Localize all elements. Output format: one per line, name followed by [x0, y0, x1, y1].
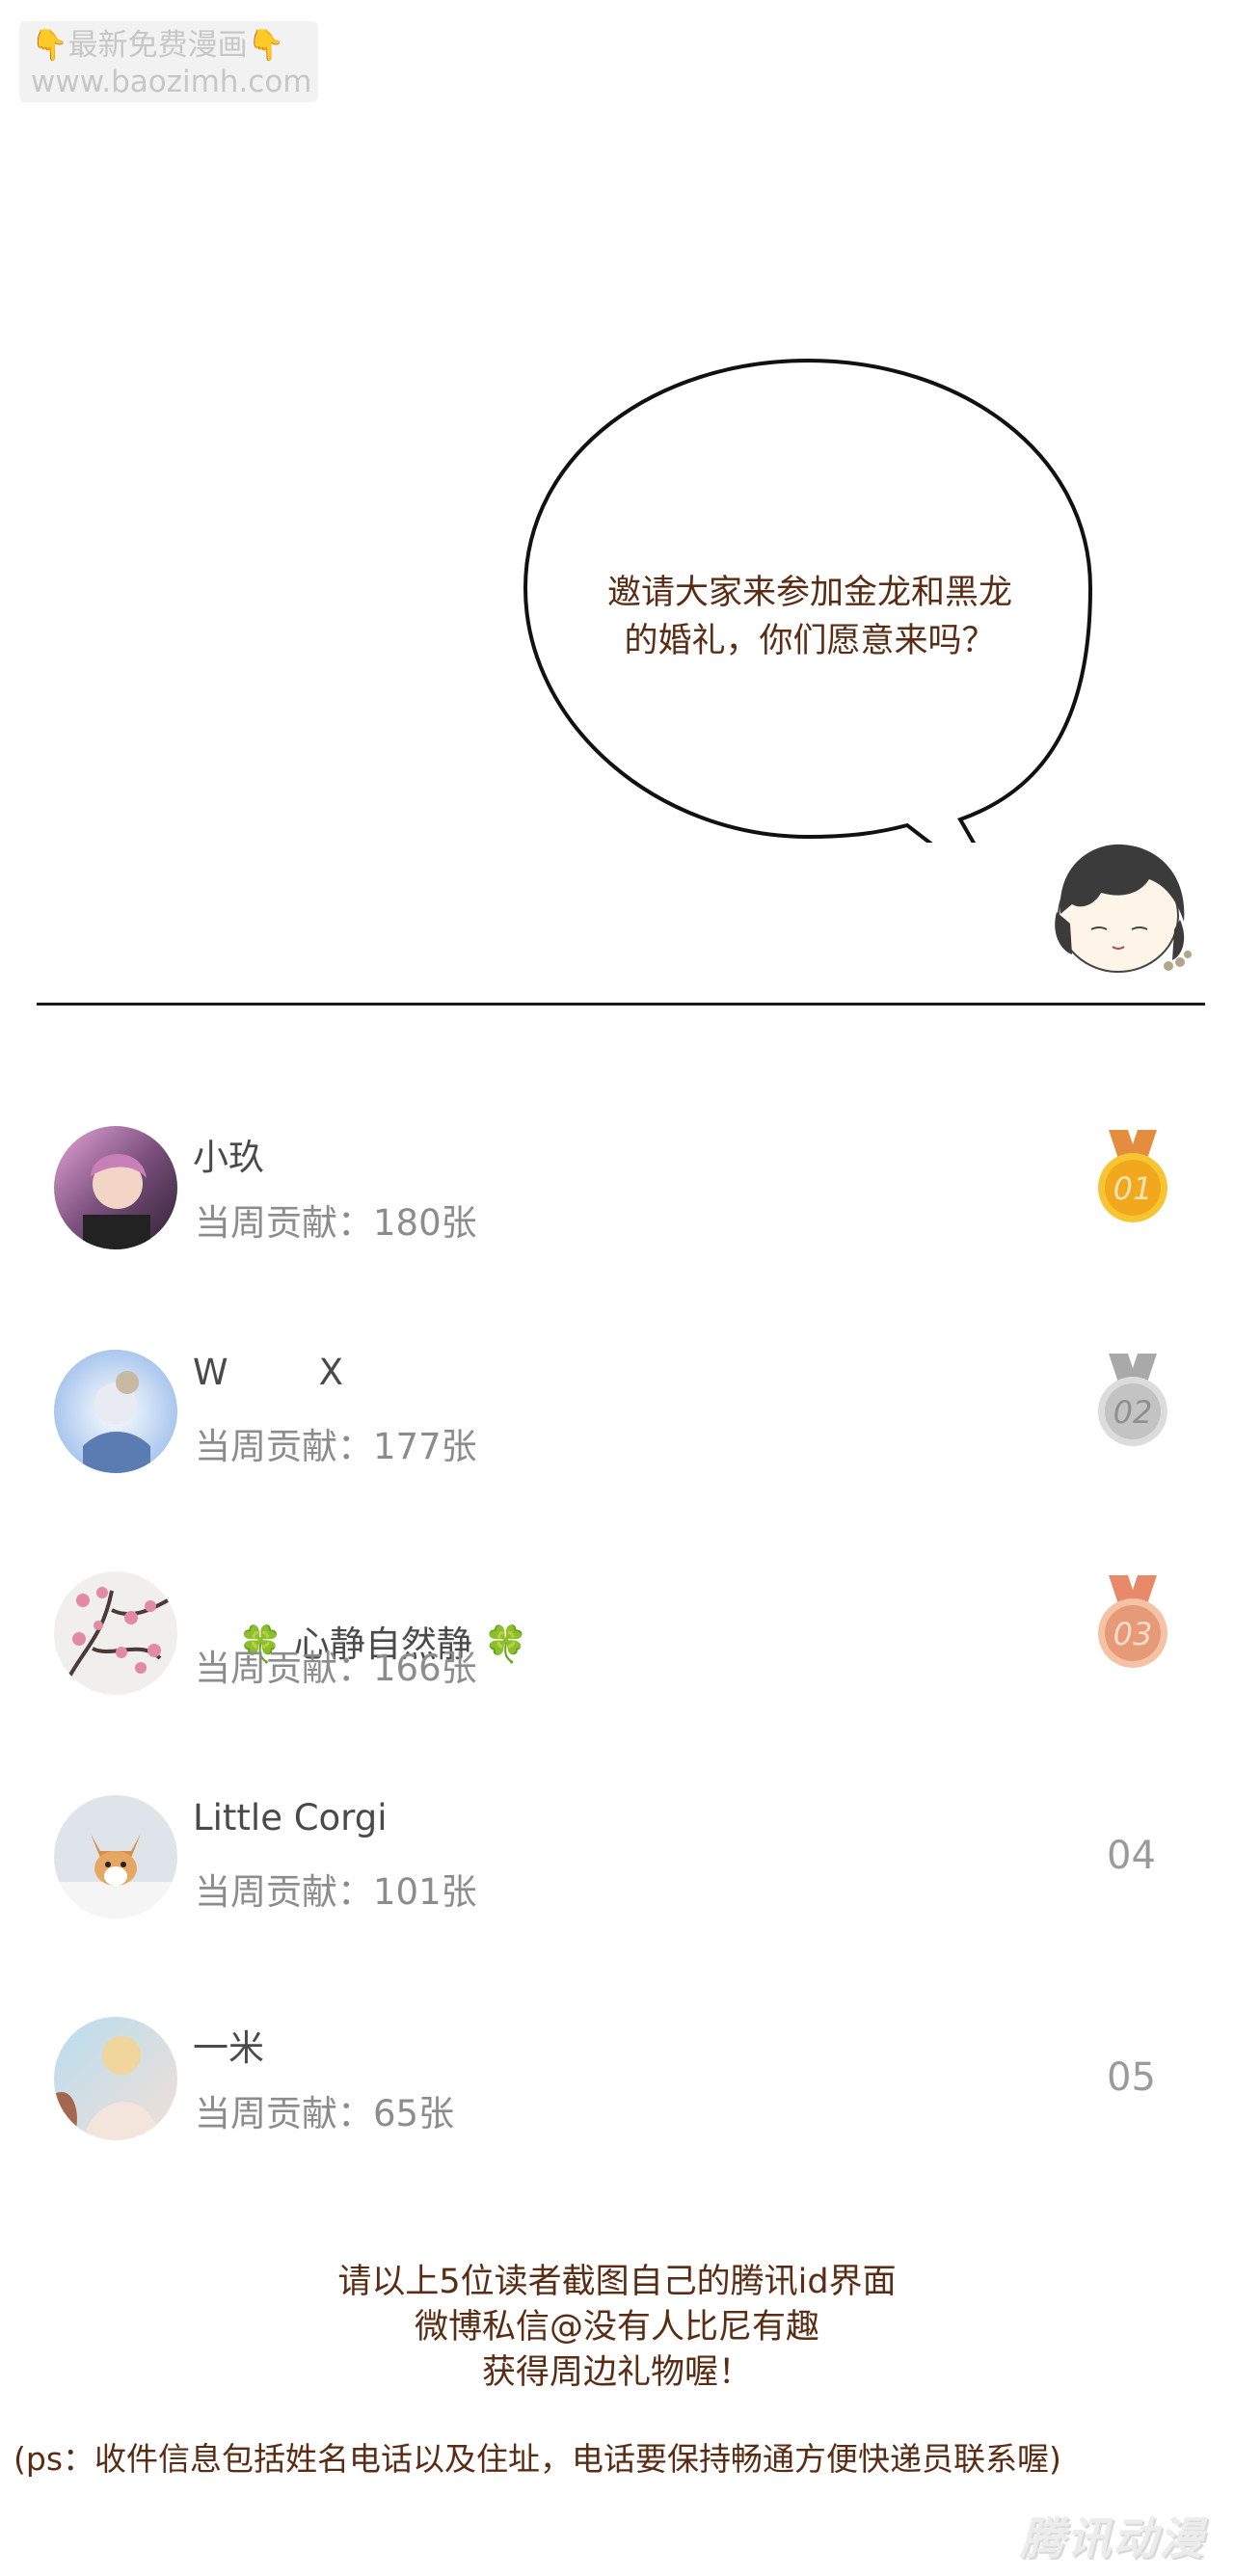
weekly-contribution: 当周贡献：166张 [195, 1648, 477, 1689]
list-item: Little Corgi 当周贡献：101张 04 [0, 1795, 1234, 1940]
rank-number: 03 [1113, 1616, 1153, 1652]
gift-notice: 请以上5位读者截图自己的腾讯id界面 微博私信@没有人比尼有趣 获得周边礼物喔！ [0, 2260, 1234, 2396]
clover-icon: 🍀 [483, 1623, 528, 1665]
reader-name: 一米 [193, 2027, 264, 2069]
silver-medal-icon: 02 [1098, 1354, 1167, 1446]
avatar [54, 1795, 177, 1919]
weekly-contribution: 当周贡献：177张 [195, 1426, 477, 1467]
watermark: 👇最新免费漫画👇 www.baozimh.com [19, 21, 318, 102]
tencent-comic-logo: 腾讯动漫 [1020, 2512, 1205, 2564]
avatar [54, 1350, 177, 1473]
list-item: 一米 当周贡献：65张 05 [0, 2017, 1234, 2161]
reader-name: W X [193, 1352, 344, 1393]
reader-name: 小玖 [193, 1137, 264, 1178]
weekly-contribution: 当周贡献：180张 [195, 1202, 477, 1244]
gold-medal-icon: 01 [1098, 1130, 1167, 1222]
pointing-down-hand-icon: 👇 [247, 28, 285, 63]
list-item: 🍀 心静自然静 🍀 当周贡献：166张 03 [0, 1571, 1234, 1716]
list-item: 小玖 当周贡献：180张 01 [0, 1126, 1234, 1271]
speech-line-2: 的婚礼，你们愿意来吗？ [624, 622, 996, 660]
weekly-contribution: 当周贡献：65张 [195, 2093, 455, 2134]
rank-number: 05 [1107, 2055, 1156, 2100]
section-divider [37, 1003, 1205, 1006]
watermark-line1: 最新免费漫画 [67, 28, 248, 63]
speech-text: 邀请大家来参加金龙和黑龙 的婚礼，你们愿意来吗？ [569, 569, 1051, 665]
reader-name: Little Corgi [193, 1797, 388, 1838]
rank-number: 02 [1113, 1394, 1153, 1431]
pointing-down-hand-icon: 👇 [31, 28, 68, 63]
avatar [54, 2017, 177, 2140]
rank-number: 04 [1107, 1834, 1156, 1878]
watermark-line2: www.baozimh.com [31, 65, 312, 99]
avatar [54, 1571, 177, 1695]
notice-line-2: 微博私信@没有人比尼有趣 [414, 2308, 819, 2347]
list-item: W X 当周贡献：177张 02 [0, 1350, 1234, 1494]
avatar [54, 1126, 177, 1249]
rank-number: 01 [1113, 1170, 1153, 1207]
chibi-character-icon [1055, 844, 1192, 973]
weekly-contribution: 当周贡献：101张 [195, 1871, 477, 1913]
notice-line-1: 请以上5位读者截图自己的腾讯id界面 [337, 2263, 897, 2301]
speech-line-1: 邀请大家来参加金龙和黑龙 [606, 574, 1012, 612]
ps-note: (ps：收件信息包括姓名电话以及住址，电话要保持畅通方便快递员联系喔) [13, 2440, 1061, 2478]
notice-line-3: 获得周边礼物喔！ [481, 2353, 752, 2392]
bronze-medal-icon: 03 [1098, 1575, 1167, 1668]
